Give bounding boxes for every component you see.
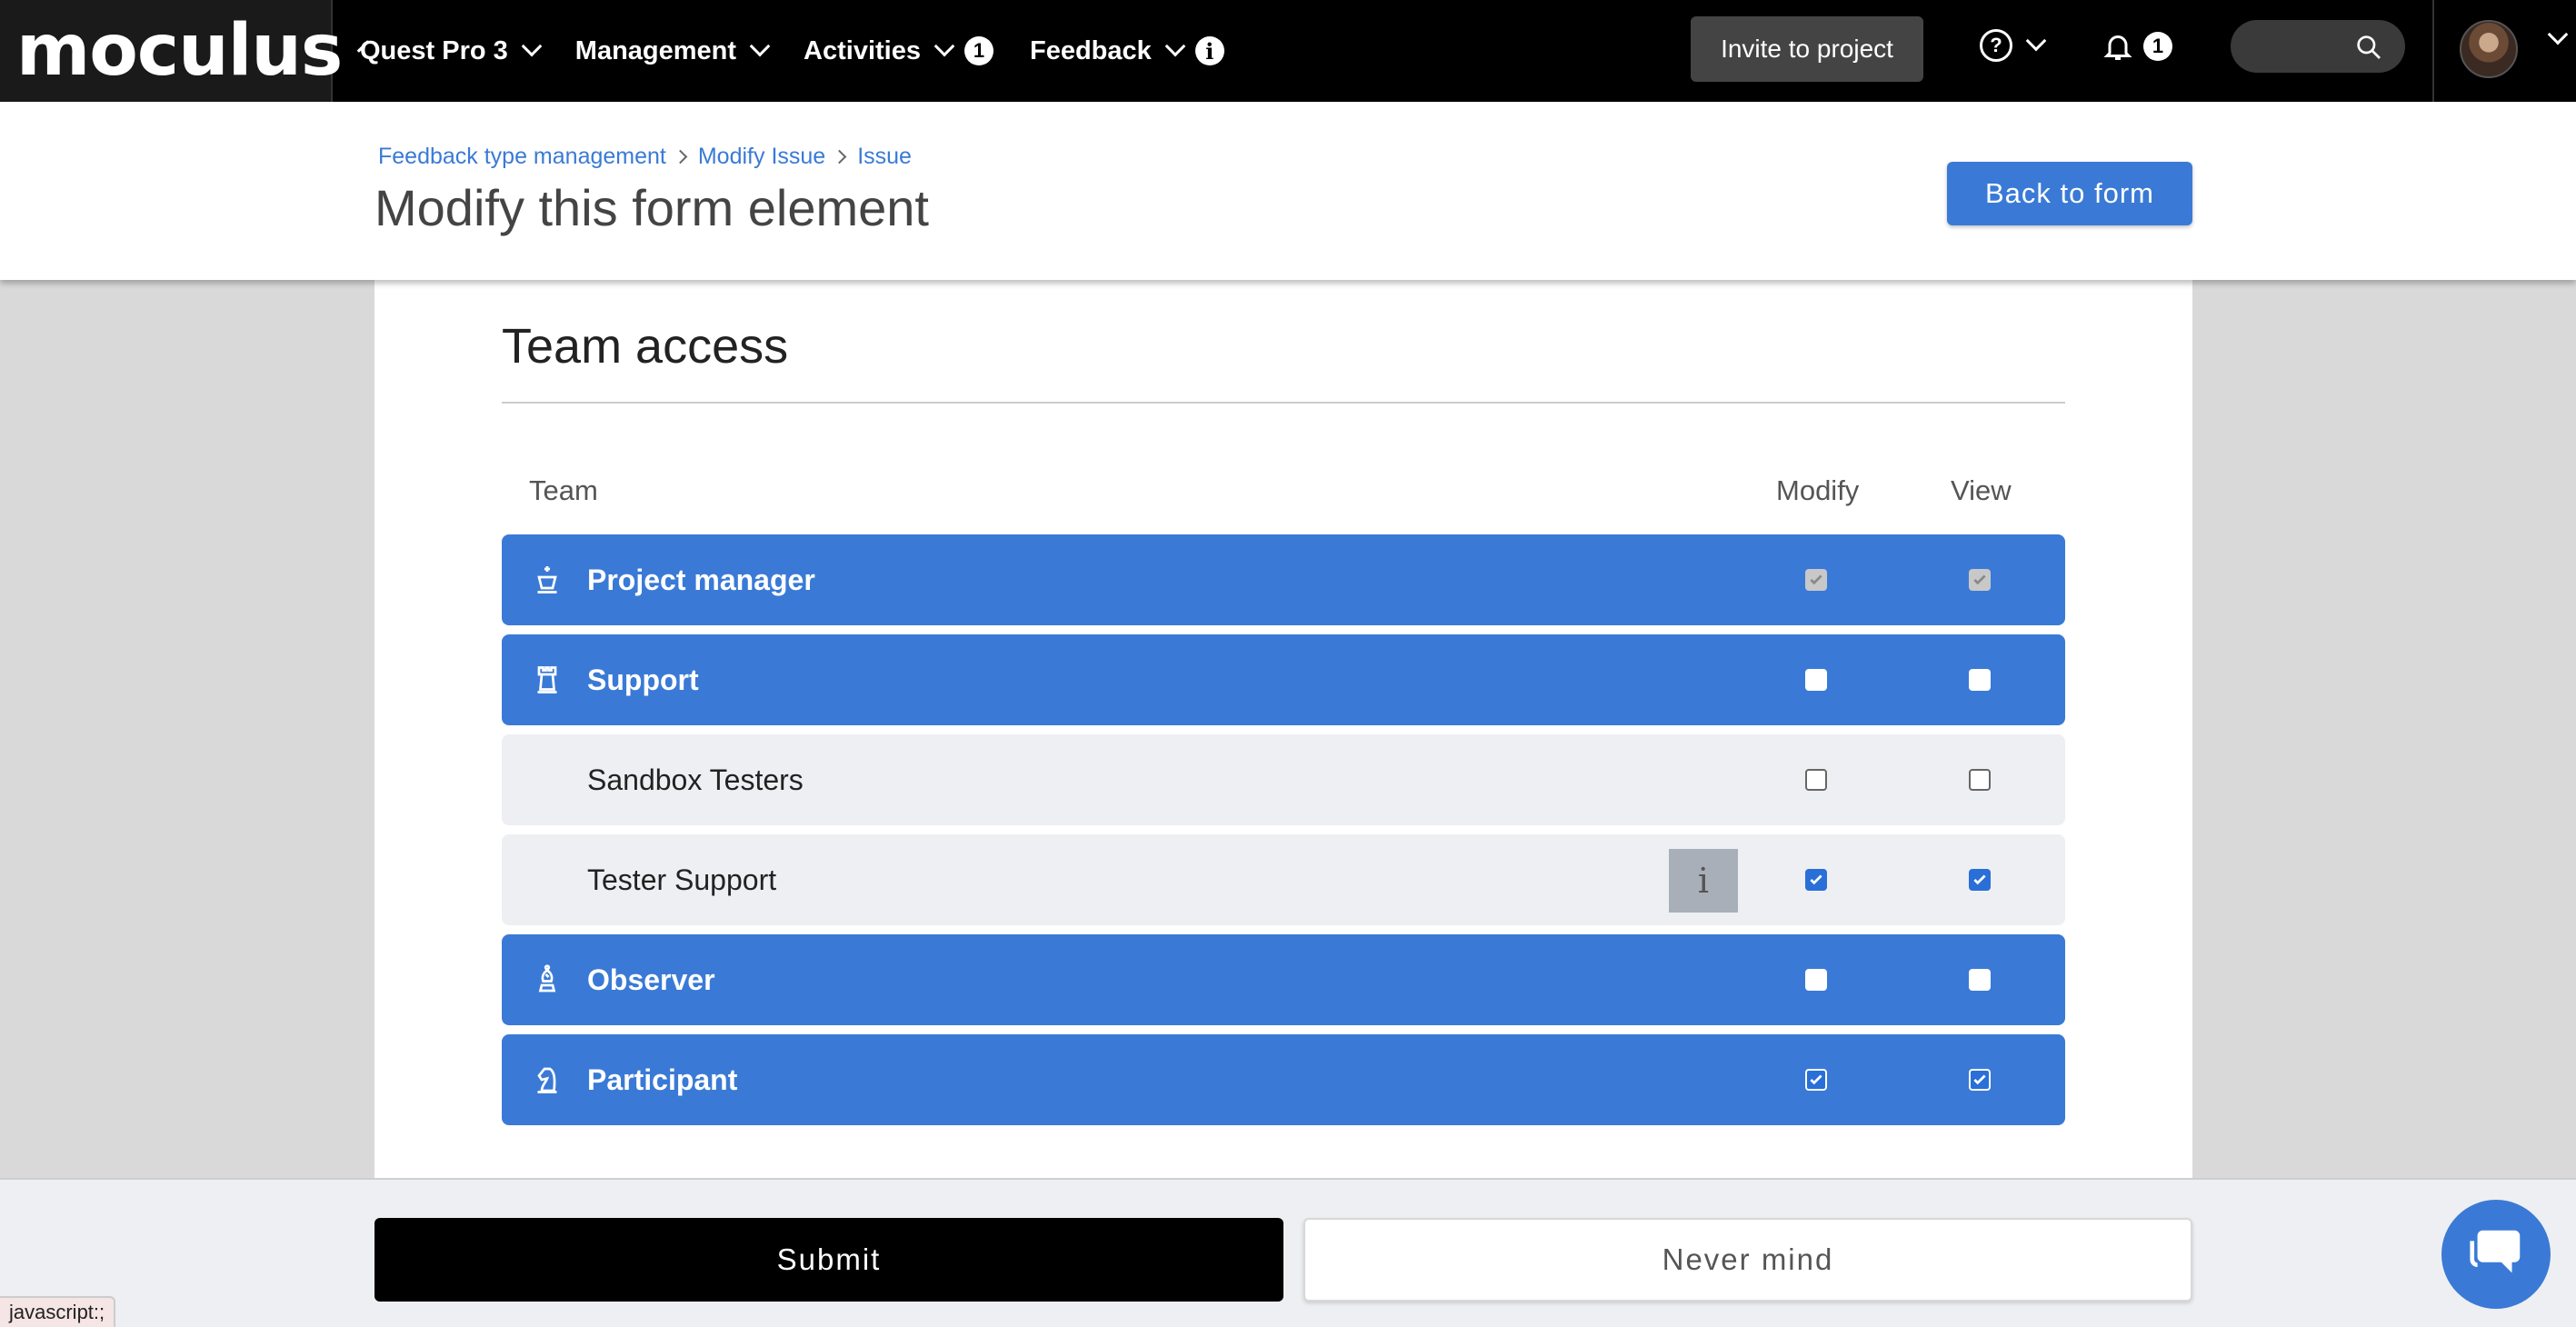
top-nav-bar: moculus Quest Pro 3 Management Activitie…	[0, 0, 2576, 102]
team-name: Support	[587, 663, 699, 696]
check-icon	[1973, 874, 1986, 885]
nav-item-label: Quest Pro 3	[360, 35, 508, 65]
check-icon	[1973, 1074, 1986, 1085]
page-title: Modify this form element	[374, 179, 929, 236]
never-mind-button[interactable]: Never mind	[1303, 1218, 2192, 1302]
team-row-sandbox-testers: Sandbox Testers	[502, 734, 2065, 825]
team-row-observer: Observer	[502, 934, 2065, 1025]
column-header-team: Team	[529, 474, 598, 506]
form-footer: Submit Never mind	[0, 1178, 2576, 1327]
chevron-down-icon	[934, 35, 955, 57]
team-name: Observer	[587, 963, 715, 996]
status-bar-url: javascript:;	[0, 1296, 116, 1327]
chevron-right-icon	[673, 149, 688, 165]
help-menu[interactable]: ?	[1980, 29, 2047, 62]
search-input[interactable]	[2231, 20, 2405, 73]
help-icon: ?	[1980, 29, 2012, 62]
chevron-down-icon	[2025, 30, 2047, 52]
chevron-right-icon	[832, 149, 847, 165]
nav-item-label: Activities	[804, 35, 921, 65]
check-icon	[1973, 574, 1986, 585]
submit-button[interactable]: Submit	[374, 1218, 1283, 1302]
chevron-down-icon	[749, 35, 771, 57]
chevron-down-icon	[1164, 35, 1186, 57]
chevron-down-icon[interactable]	[2547, 24, 2569, 45]
bishop-icon	[538, 964, 556, 993]
nav-item-management[interactable]: Management	[574, 0, 771, 102]
knight-icon	[537, 1067, 557, 1093]
modify-checkbox[interactable]	[1805, 769, 1827, 791]
avatar[interactable]	[2460, 20, 2518, 78]
chevron-down-icon	[521, 35, 543, 57]
check-icon	[1810, 1074, 1822, 1085]
nav-item-label: Management	[574, 35, 737, 65]
view-checkbox[interactable]	[1969, 869, 1991, 891]
bell-icon	[2103, 35, 2132, 60]
info-icon: i	[1194, 36, 1224, 65]
invite-to-project-button[interactable]: Invite to project	[1691, 16, 1923, 82]
breadcrumb-link[interactable]: Feedback type management	[378, 144, 666, 170]
team-row-tester-support: Tester Support i	[502, 834, 2065, 925]
logo-menu[interactable]: moculus	[0, 0, 370, 102]
form-card: Team access Team Modify View Project man…	[374, 264, 2192, 1182]
modify-checkbox[interactable]	[1805, 869, 1827, 891]
back-to-form-button[interactable]: Back to form	[1947, 162, 2192, 225]
team-row-project-manager: Project manager	[502, 534, 2065, 625]
activities-badge: 1	[964, 36, 993, 65]
search-icon	[2357, 35, 2381, 59]
check-icon	[1810, 874, 1822, 885]
view-checkbox[interactable]	[1969, 969, 1991, 991]
modify-checkbox[interactable]	[1805, 569, 1827, 591]
team-name: Participant	[587, 1063, 738, 1096]
modify-checkbox[interactable]	[1805, 1069, 1827, 1091]
check-icon	[1810, 574, 1822, 585]
team-name: Sandbox Testers	[587, 763, 804, 796]
chat-icon	[2470, 1230, 2521, 1273]
team-row-support: Support	[502, 634, 2065, 725]
nav-item-feedback[interactable]: Feedback i	[1030, 0, 1224, 102]
chat-button[interactable]	[2441, 1200, 2551, 1309]
modify-checkbox[interactable]	[1805, 669, 1827, 691]
notifications-button[interactable]: 1	[2102, 29, 2172, 64]
page-header: Feedback type management Modify Issue Is…	[0, 102, 2576, 280]
breadcrumb-link[interactable]: Issue	[857, 144, 912, 170]
breadcrumb: Feedback type management Modify Issue Is…	[378, 144, 912, 170]
column-header-view: View	[1951, 474, 2012, 506]
column-header-modify: Modify	[1776, 474, 1860, 506]
view-checkbox[interactable]	[1969, 669, 1991, 691]
nav-item-project[interactable]: Quest Pro 3	[360, 0, 543, 102]
view-checkbox[interactable]	[1969, 569, 1991, 591]
nav-item-activities[interactable]: Activities 1	[804, 0, 993, 102]
modify-checkbox[interactable]	[1805, 969, 1827, 991]
team-name: Tester Support	[587, 863, 777, 896]
view-checkbox[interactable]	[1969, 1069, 1991, 1091]
breadcrumb-link[interactable]: Modify Issue	[698, 144, 825, 170]
crown-icon	[537, 566, 557, 594]
notification-count-badge: 1	[2143, 32, 2172, 61]
nav-item-label: Feedback	[1030, 35, 1152, 65]
divider	[502, 402, 2065, 404]
team-name: Project manager	[587, 563, 815, 596]
rook-icon	[537, 666, 557, 693]
info-tooltip-button[interactable]: i	[1669, 849, 1738, 913]
divider	[2432, 0, 2434, 102]
view-checkbox[interactable]	[1969, 769, 1991, 791]
logo: moculus	[16, 10, 343, 92]
team-row-participant: Participant	[502, 1034, 2065, 1125]
section-title: Team access	[502, 319, 789, 374]
